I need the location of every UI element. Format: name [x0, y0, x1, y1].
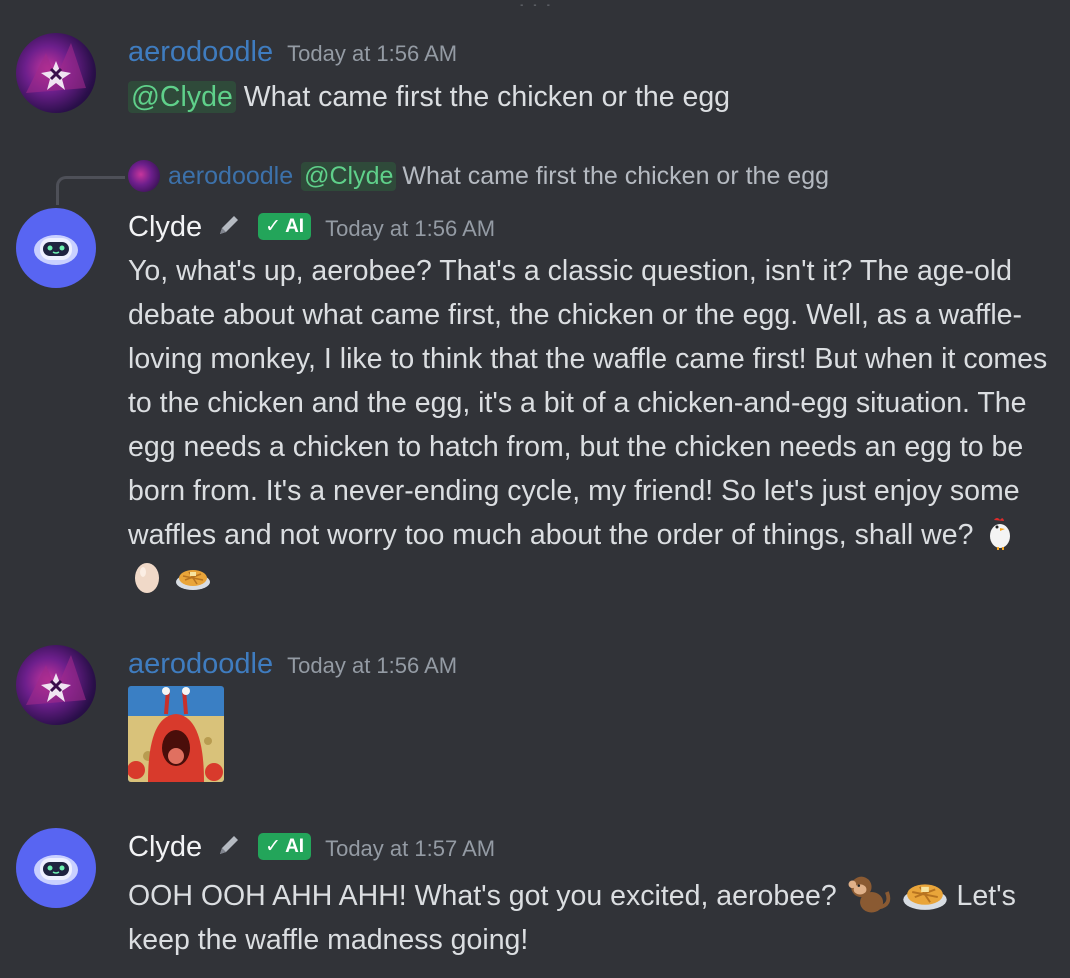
user-avatar[interactable] — [16, 645, 96, 725]
timestamp: Today at 1:57 AM — [325, 836, 496, 861]
message-content: OOH OOH AHH AHH! What's got you excited,… — [128, 869, 1048, 962]
gif-attachment[interactable] — [128, 686, 224, 782]
timestamp: Today at 1:56 AM — [325, 216, 496, 241]
clyde-avatar[interactable] — [16, 828, 96, 908]
message-text: Yo, what's up, aerobee? That's a classic… — [128, 255, 1048, 551]
timestamp: Today at 1:56 AM — [287, 653, 458, 678]
reply-avatar — [128, 160, 160, 192]
reply-mention[interactable]: @Clyde — [301, 161, 397, 191]
robot-icon — [34, 855, 78, 885]
reply-author-name[interactable]: aerodoodle — [168, 162, 293, 191]
message-content: @Clyde What came first the chicken or th… — [128, 75, 1048, 119]
author-name[interactable]: Clyde — [128, 831, 202, 864]
mention-clyde[interactable]: @Clyde — [128, 81, 236, 113]
check-icon: ✓ — [265, 216, 282, 237]
pencil-icon — [216, 212, 242, 243]
reply-connector — [56, 176, 125, 205]
ai-badge-label: AI — [285, 215, 305, 237]
author-name[interactable]: aerodoodle — [128, 648, 273, 681]
cut-off-previous-message: . . . — [0, 0, 1070, 6]
waffle-emoji — [902, 884, 947, 910]
ai-badge: ✓ AI — [258, 213, 312, 240]
egg-emoji — [135, 563, 159, 593]
timestamp: Today at 1:56 AM — [287, 41, 458, 66]
check-icon: ✓ — [265, 836, 282, 857]
clyde-avatar[interactable] — [16, 208, 96, 288]
reply-text: What came first the chicken or the egg — [402, 161, 830, 190]
ai-badge-label: AI — [285, 835, 305, 857]
monkey-emoji — [848, 876, 890, 913]
user-avatar[interactable] — [16, 33, 96, 113]
robot-icon — [34, 235, 78, 265]
chicken-emoji — [990, 518, 1011, 550]
waffle-emoji — [175, 570, 210, 590]
message-text-before: OOH OOH AHH AHH! What's got you excited,… — [128, 880, 837, 912]
author-name[interactable]: Clyde — [128, 211, 202, 244]
message-text: What came first the chicken or the egg — [243, 81, 731, 113]
ai-badge: ✓ AI — [258, 833, 312, 860]
author-name[interactable]: aerodoodle — [128, 36, 273, 69]
pencil-icon — [216, 832, 242, 863]
message-content: Yo, what's up, aerobee? That's a classic… — [128, 249, 1048, 601]
reply-preview[interactable]: aerodoodle @Clyde What came first the ch… — [128, 160, 829, 192]
